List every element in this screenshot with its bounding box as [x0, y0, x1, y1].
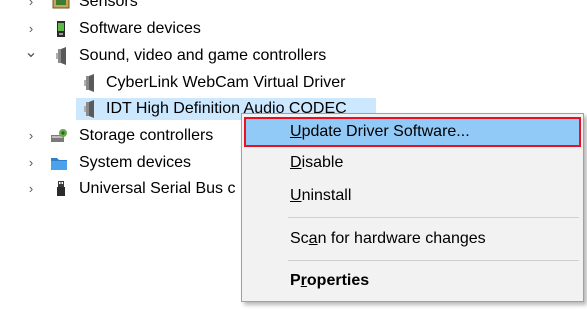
menu-separator [288, 260, 579, 261]
menu-separator [288, 217, 579, 218]
storage-controller-icon [51, 129, 67, 142]
chevron-down-icon[interactable]: ⌄ [24, 43, 38, 69]
menu-item-scan-for-hardware-changes[interactable]: Scan for hardware changes [242, 224, 583, 254]
tree-item-cyberlink-webcam[interactable]: CyberLink WebCam Virtual Driver [0, 70, 587, 96]
sensors-icon [52, 0, 70, 9]
tree-item-label: System devices [79, 154, 192, 171]
menu-item-label: operties [306, 272, 370, 289]
menu-item-label-prefix: Sc [290, 230, 309, 247]
chevron-right-icon[interactable]: › [24, 0, 38, 15]
menu-item-label-prefix: P [290, 272, 301, 289]
speaker-icon [84, 74, 94, 92]
chevron-right-icon[interactable]: › [24, 16, 38, 42]
speaker-icon [56, 47, 66, 65]
tree-item-label: Sound, video and game controllers [79, 47, 327, 64]
chevron-right-icon[interactable]: › [24, 150, 38, 176]
tree-item-sensors[interactable]: › Sensors [0, 0, 587, 15]
chevron-right-icon[interactable]: › [24, 176, 38, 202]
tree-item-sound-video-game-controllers[interactable]: ⌄ Sound, video and game controllers [0, 43, 587, 69]
menu-item-label: isable [301, 154, 344, 171]
context-menu: Update Driver Software... Disable Uninst… [241, 113, 584, 302]
menu-item-accelerator: U [290, 187, 302, 204]
menu-item-disable[interactable]: Disable [242, 148, 583, 178]
speaker-icon [84, 100, 94, 118]
menu-item-accelerator: U [290, 123, 302, 140]
menu-item-label: n for hardware changes [317, 230, 486, 247]
tree-item-label: Universal Serial Bus c [79, 180, 236, 197]
menu-item-update-driver-software[interactable]: Update Driver Software... [244, 117, 581, 147]
folder-icon [51, 158, 67, 170]
software-device-icon [57, 21, 65, 37]
menu-item-accelerator: a [308, 230, 318, 247]
tree-item-label: Sensors [79, 0, 138, 10]
menu-item-properties[interactable]: Properties [242, 266, 583, 296]
menu-item-accelerator: D [290, 154, 302, 171]
tree-item-software-devices[interactable]: › Software devices [0, 16, 587, 42]
menu-item-label: pdate Driver Software... [301, 123, 470, 140]
tree-item-label: Software devices [79, 20, 201, 37]
chevron-right-icon[interactable]: › [24, 123, 38, 149]
usb-icon [57, 181, 65, 196]
tree-item-label: Storage controllers [79, 127, 214, 144]
menu-item-uninstall[interactable]: Uninstall [242, 181, 583, 211]
menu-item-label: ninstall [301, 187, 352, 204]
tree-item-label: CyberLink WebCam Virtual Driver [106, 74, 346, 91]
